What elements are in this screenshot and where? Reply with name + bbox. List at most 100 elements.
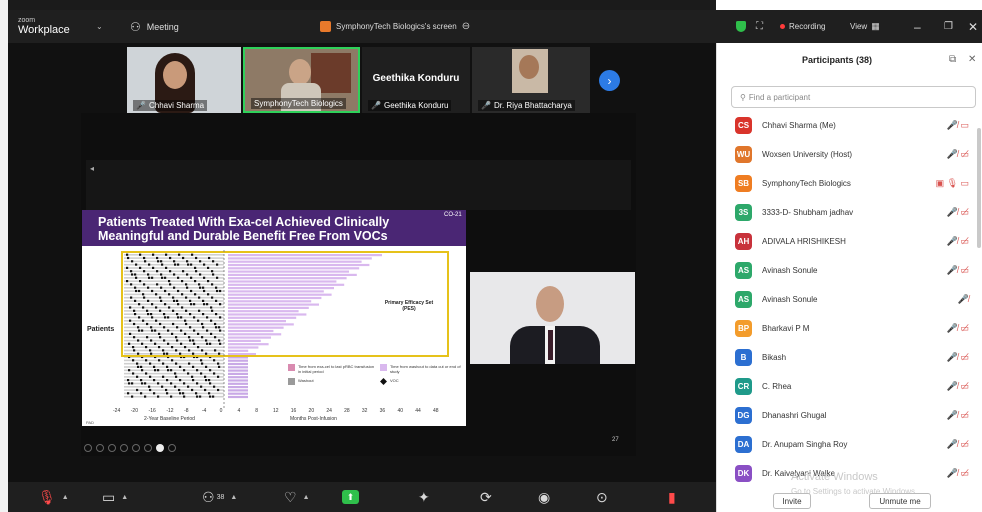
thumbnail-symphonytech-biologics[interactable]: SymphonyTech Biologics [243,47,360,113]
slide-zoom-icon[interactable] [144,444,152,452]
participant-search-input[interactable]: ⚲ Find a participant [731,86,976,108]
slide-grid-icon[interactable] [132,444,140,452]
participant-row[interactable]: AS Avinash Sonule 🎤̸ [735,285,982,314]
slide-pointer-icon[interactable] [156,444,164,452]
participant-status-icons[interactable]: 🎤̸ ▭̸ [947,149,969,160]
voc-marker [215,299,218,302]
voc-marker [202,326,205,329]
reactions-options-caret-icon[interactable]: ▲ [303,494,310,501]
leave-button[interactable]: ▮ [668,482,676,512]
voc-marker [134,273,137,276]
voc-marker [179,365,182,368]
participants-options-caret-icon[interactable]: ▲ [230,494,237,501]
participant-row[interactable]: BP Bharkavi P M 🎤̸ ▭̸ [735,314,982,343]
participant-row[interactable]: CR C. Rhea 🎤̸ ▭̸ [735,372,982,401]
view-button[interactable]: View ▦ [850,10,880,43]
voc-marker [217,362,220,365]
maximize-button[interactable]: ❐ [944,10,953,43]
participant-row[interactable]: AS Avinash Sonule 🎤̸ ▭̸ [735,256,982,285]
voc-marker [200,359,203,362]
share-options-icon[interactable]: ⊖ [462,21,470,32]
app-menu-chevron-icon[interactable]: ⌄ [96,10,103,43]
mute-button[interactable]: 🎙 ▲ [38,482,69,512]
next-thumbnails-button[interactable]: › [599,70,620,91]
participant-row[interactable]: SB SymphonyTech Biologics ▣ 🎙 ▭ [735,169,982,198]
voc-marker [129,306,132,309]
participant-status-icons[interactable]: 🎤̸ ▭̸ [947,352,969,363]
panel-scrollbar[interactable] [977,128,981,248]
slide-prev-icon[interactable] [84,444,92,452]
voc-marker [190,303,193,306]
voc-marker [191,253,194,256]
unmute-me-button[interactable]: Unmute me [869,493,931,509]
voc-marker [164,303,167,306]
screen-share-tab[interactable]: SymphonyTech Biologics's screen ⊖ [320,10,470,43]
voc-marker [164,316,167,319]
x-tick-label: 24 [326,408,332,414]
record-button[interactable]: ◉ [538,482,550,512]
slide-more-icon[interactable] [168,444,176,452]
voc-marker [193,316,196,319]
voc-marker [189,299,192,302]
participant-status-icons[interactable]: 🎤̸ ▭̸ [947,236,969,247]
more-button[interactable]: ⊙ [596,482,608,512]
video-button[interactable]: ▭ ▲ [102,482,128,512]
voc-marker [141,342,144,345]
participant-row[interactable]: WU Woxsen University (Host) 🎤̸ ▭̸ [735,140,982,169]
voc-marker [203,303,206,306]
view-grid-icon: ▦ [871,21,880,31]
ai-companion-button[interactable]: ✦ [418,482,430,512]
participant-status-icons[interactable]: 🎤̸ ▭̸ [947,468,969,479]
participants-count: 38 [216,493,225,501]
video-options-caret-icon[interactable]: ▲ [121,494,128,501]
apps-button[interactable]: ⟳ [480,482,492,512]
participant-status-icons[interactable]: 🎤̸ ▭̸ [947,323,969,334]
share-screen-button[interactable]: ⬆ [342,482,359,512]
thumbnail-chhavi-sharma[interactable]: 🎤 Chhavi Sharma [127,47,241,113]
participant-row[interactable]: 3S 3333-D- Shubham jadhav 🎤̸ ▭̸ [735,198,982,227]
participant-status-icons[interactable]: 🎤̸ ▭̸ [947,410,969,421]
participant-status-icons[interactable]: 🎤̸ ▭̸ [947,381,969,392]
participant-row[interactable]: DA Dr. Anupam Singha Roy 🎤̸ ▭̸ [735,430,982,459]
voc-marker [143,296,146,299]
slide-eraser-icon[interactable] [120,444,128,452]
grid-view-icon[interactable]: ⛶ [756,10,763,43]
voc-marker [201,349,204,352]
participant-row[interactable]: DG Dhanashri Ghugal 🎤̸ ▭̸ [735,401,982,430]
participant-status-icons[interactable]: ▣ 🎙 ▭ [936,178,969,189]
voc-marker [147,313,150,316]
minimize-button[interactable]: – [914,10,921,43]
thumbnail-geethika-konduru[interactable]: Geethika Konduru 🎤 Geethika Konduru [362,47,470,113]
voc-marker [143,256,146,260]
post-infusion-bar [228,339,261,342]
reactions-button[interactable]: ♡ ▲ [284,482,310,512]
slide-nav-controls [84,444,176,452]
popout-icon[interactable]: ⧉ [949,54,956,65]
participant-status-icons[interactable]: 🎤̸ ▭̸ [947,439,969,450]
close-window-button[interactable]: ✕ [968,10,978,43]
participant-status-icons[interactable]: 🎤̸ ▭̸ [947,207,969,218]
participants-button[interactable]: ⚇ 38 ▲ [202,482,237,512]
participant-row[interactable]: B Bikash 🎤̸ ▭̸ [735,343,982,372]
slide-next-icon[interactable] [96,444,104,452]
mute-options-caret-icon[interactable]: ▲ [62,494,69,501]
security-shield-icon[interactable] [736,10,746,43]
baseline-bar [124,270,224,273]
voc-marker [168,280,171,283]
voc-marker [127,392,130,395]
meeting-info-button[interactable]: ⚇ Meeting [130,10,179,43]
participant-row[interactable]: CS Chhavi Sharma (Me) 🎤̸ ▭ [735,111,982,140]
participant-row[interactable]: AH ADIVALA HRISHIKESH 🎤̸ ▭̸ [735,227,982,256]
slide-pen-icon[interactable] [108,444,116,452]
voc-marker [197,332,200,335]
invite-button[interactable]: Invite [773,493,811,509]
thumbnail-dr-riya-bhattacharya[interactable]: 🎤 Dr. Riya Bhattacharya [472,47,590,113]
participant-status-icons[interactable]: 🎤̸ ▭̸ [947,265,969,276]
participant-status-icons[interactable]: 🎤̸ [958,294,969,305]
voc-marker [202,299,205,302]
voc-marker [138,316,141,319]
recording-indicator[interactable]: Recording [780,10,825,43]
close-panel-icon[interactable]: ✕ [968,54,976,65]
baseline-bar [124,349,224,352]
participant-status-icons[interactable]: 🎤̸ ▭ [947,120,969,131]
